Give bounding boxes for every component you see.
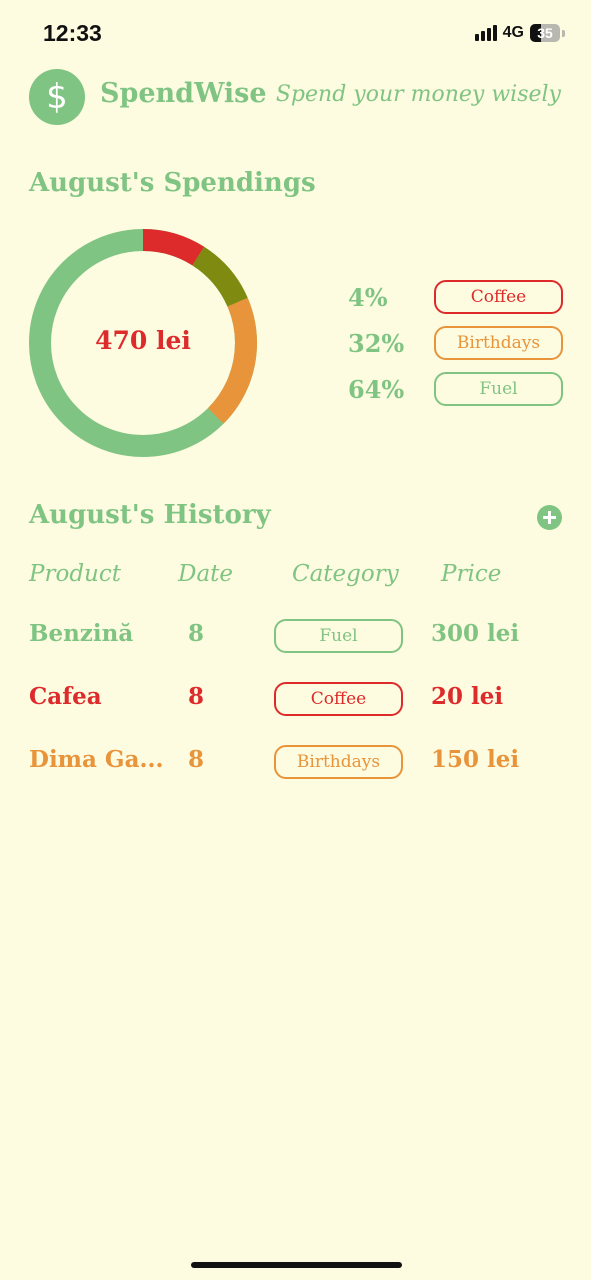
category-pill-fuel[interactable]: Fuel (434, 372, 563, 406)
dollar-sign-icon: $ (29, 69, 85, 125)
row-product: Dima Ga... (29, 746, 164, 773)
row-price: 20 lei (431, 683, 504, 710)
category-pill-coffee[interactable]: Coffee (434, 280, 563, 314)
status-icons: 4G 35 (474, 24, 565, 42)
spendings-title: August's Spendings (29, 168, 316, 198)
legend-row-birthdays: 32% Birthdays (348, 326, 563, 360)
app-name: SpendWise (100, 78, 267, 109)
home-indicator (191, 1262, 402, 1268)
row-product: Cafea (29, 683, 102, 710)
row-date: 8 (188, 620, 205, 647)
column-header-category: Category (292, 561, 399, 587)
signal-icon (474, 25, 497, 41)
legend-row-fuel: 64% Fuel (348, 372, 563, 406)
history-title: August's History (29, 500, 271, 530)
row-price: 300 lei (431, 620, 520, 647)
row-date: 8 (188, 683, 205, 710)
row-category-pill[interactable]: Fuel (274, 619, 403, 653)
row-category-pill[interactable]: Coffee (274, 682, 403, 716)
column-header-product: Product (29, 561, 121, 587)
row-price: 150 lei (431, 746, 520, 773)
status-time: 12:33 (43, 20, 102, 46)
column-header-date: Date (178, 561, 234, 587)
column-header-price: Price (441, 561, 502, 587)
row-date: 8 (188, 746, 205, 773)
total-amount: 470 lei (95, 326, 191, 355)
legend-row-coffee: 4% Coffee (348, 280, 563, 314)
row-category-pill[interactable]: Birthdays (274, 745, 403, 779)
category-pill-birthdays[interactable]: Birthdays (434, 326, 563, 360)
legend-percent: 64% (348, 374, 405, 404)
network-label: 4G (502, 24, 524, 41)
add-expense-button[interactable] (537, 505, 562, 530)
battery-level: 35 (537, 25, 553, 41)
legend-percent: 32% (348, 328, 405, 358)
row-product: Benzină (29, 620, 134, 647)
legend-percent: 4% (348, 282, 388, 312)
tagline: Spend your money wisely (275, 82, 561, 107)
battery-icon: 35 (530, 24, 560, 42)
